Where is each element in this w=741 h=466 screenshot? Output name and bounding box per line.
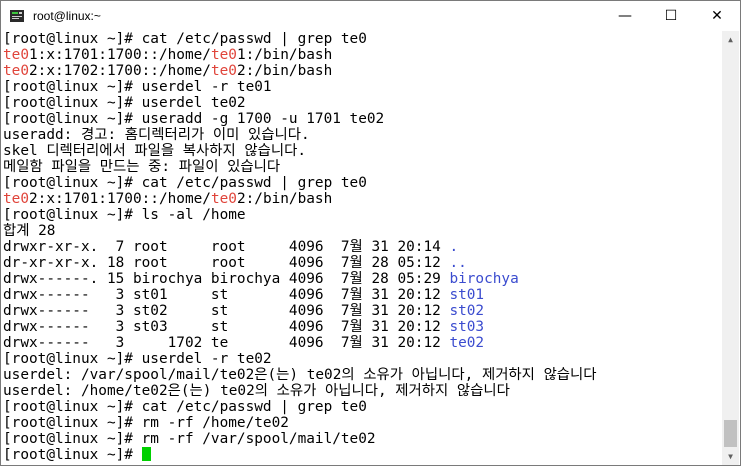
terminal-text-segment: drwxr-xr-x. 7 root root 4096 7월 31 20:14 (3, 239, 450, 255)
window-controls: — ☐ ✕ (602, 1, 740, 31)
terminal-line: 합계 28 (3, 223, 722, 239)
terminal-line: drwx------. 15 birochya birochya 4096 7월… (3, 271, 722, 287)
terminal-text-segment: 2:x:1701:1700::/home/ (29, 191, 211, 207)
terminal-line: useradd: 경고: 홈디렉터리가 이미 있습니다. (3, 127, 722, 143)
terminal-text-segment: te0 (210, 47, 237, 63)
terminal-text-segment: [root@linux ~]# rm -rf /home/te02 (3, 415, 289, 431)
terminal-text-segment: [root@linux ~]# userdel te02 (3, 95, 246, 111)
terminal-text-segment: st02 (449, 303, 485, 319)
terminal-text-segment: te0 (3, 63, 29, 79)
terminal-line: [root@linux ~]# cat /etc/passwd | grep t… (3, 31, 722, 47)
terminal-line: drwx------ 3 st02 st 4096 7월 31 20:12 st… (3, 303, 722, 319)
terminal-text-segment: 1:/bin/bash (236, 47, 333, 63)
terminal-line: [root@linux ~]# cat /etc/passwd | grep t… (3, 399, 722, 415)
terminal-text-segment: userdel: /home/te02은(는) te02의 소유가 아닙니다, … (3, 383, 510, 399)
terminal-line: [root@linux ~]# rm -rf /var/spool/mail/t… (3, 431, 722, 447)
terminal-line: [root@linux ~]# rm -rf /home/te02 (3, 415, 722, 431)
terminal-line: drwxr-xr-x. 7 root root 4096 7월 31 20:14… (3, 239, 722, 255)
terminal-text-segment: [root@linux ~]# cat /etc/passwd | grep t… (3, 175, 367, 191)
terminal-text-segment: te0 (210, 191, 237, 207)
terminal-text-segment: 합계 28 (3, 223, 56, 239)
terminal-cursor (141, 447, 151, 461)
terminal-line: 메일함 파일을 만드는 중: 파일이 있습니다 (3, 159, 722, 175)
terminal-text-segment: [root@linux ~]# useradd -g 1700 -u 1701 … (3, 111, 385, 127)
terminal-output[interactable]: [root@linux ~]# cat /etc/passwd | grep t… (3, 31, 722, 465)
terminal-line: [root@linux ~]# userdel -r te02 (3, 351, 722, 367)
terminal-text-segment: st03 (449, 319, 485, 335)
terminal-line: [root@linux ~]# userdel -r te01 (3, 79, 722, 95)
terminal-line: userdel: /home/te02은(는) te02의 소유가 아닙니다, … (3, 383, 722, 399)
terminal-line: drwx------ 3 1702 te 4096 7월 31 20:12 te… (3, 335, 722, 351)
terminal-text-segment: [root@linux ~]# userdel -r te02 (3, 351, 272, 367)
terminal-text-segment: useradd: 경고: 홈디렉터리가 이미 있습니다. (3, 127, 310, 143)
terminal-text-segment: drwx------. 15 birochya birochya 4096 7월… (3, 271, 450, 287)
terminal-line: [root@linux ~]# (3, 447, 722, 463)
close-button[interactable]: ✕ (694, 1, 740, 31)
terminal-lines: [root@linux ~]# cat /etc/passwd | grep t… (3, 31, 722, 463)
scroll-down-arrow-icon[interactable]: ▼ (722, 448, 739, 465)
close-icon: ✕ (711, 8, 723, 24)
terminal-line: te02:x:1702:1700::/home/te02:/bin/bash (3, 63, 722, 79)
terminal-text-segment: userdel: /var/spool/mail/te02은(는) te02의 … (3, 367, 597, 383)
terminal-text-segment: 1:x:1701:1700::/home/ (29, 47, 211, 63)
terminal-text-segment: drwx------ 3 st02 st 4096 7월 31 20:12 (3, 303, 450, 319)
scrollbar-thumb[interactable] (724, 420, 737, 447)
terminal-line: te01:x:1701:1700::/home/te01:/bin/bash (3, 47, 722, 63)
terminal-text-segment: [root@linux ~]# userdel -r te01 (3, 79, 272, 95)
terminal-text-segment: drwx------ 3 st01 st 4096 7월 31 20:12 (3, 287, 450, 303)
terminal-line: userdel: /var/spool/mail/te02은(는) te02의 … (3, 367, 722, 383)
terminal-text-segment: 2:/bin/bash (236, 191, 333, 207)
terminal-line: [root@linux ~]# useradd -g 1700 -u 1701 … (3, 111, 722, 127)
terminal-text-segment: [root@linux ~]# cat /etc/passwd | grep t… (3, 31, 367, 47)
terminal-text-segment: skel 디렉터리에서 파일을 복사하지 않습니다. (3, 143, 307, 159)
terminal-app-icon[interactable] (9, 8, 25, 24)
terminal-text-segment: [root@linux ~]# rm -rf /var/spool/mail/t… (3, 431, 376, 447)
terminal-text-segment: [root@linux ~]# cat /etc/passwd | grep t… (3, 399, 367, 415)
scroll-up-arrow-icon[interactable]: ▲ (722, 31, 739, 48)
terminal-text-segment: dr-xr-xr-x. 18 root root 4096 7월 28 05:1… (3, 255, 450, 271)
terminal-line: drwx------ 3 st01 st 4096 7월 31 20:12 st… (3, 287, 722, 303)
minimize-icon: — (618, 8, 632, 24)
window-title: root@linux:~ (33, 9, 101, 23)
terminal-text-segment: 메일함 파일을 만드는 중: 파일이 있습니다 (3, 159, 281, 175)
terminal-text-segment: 2:/bin/bash (236, 63, 333, 79)
terminal-line: [root@linux ~]# userdel te02 (3, 95, 722, 111)
terminal-text-segment: .. (449, 255, 467, 271)
terminal-text-segment: [root@linux ~]# (3, 447, 142, 463)
terminal-text-segment: te02 (449, 335, 485, 351)
vertical-scrollbar[interactable]: ▲ ▼ (722, 31, 739, 465)
terminal-text-segment: [root@linux ~]# ls -al /home (3, 207, 246, 223)
terminal-text-segment: te0 (3, 191, 29, 207)
terminal-text-segment: te0 (3, 47, 29, 63)
terminal-line: te02:x:1701:1700::/home/te02:/bin/bash (3, 191, 722, 207)
terminal-line: drwx------ 3 st03 st 4096 7월 31 20:12 st… (3, 319, 722, 335)
terminal-line: skel 디렉터리에서 파일을 복사하지 않습니다. (3, 143, 722, 159)
terminal-text-segment: st01 (449, 287, 485, 303)
terminal-text-segment: . (449, 239, 459, 255)
terminal-window: root@linux:~ — ☐ ✕ [root@linux ~]# cat /… (0, 0, 741, 466)
maximize-button[interactable]: ☐ (648, 1, 694, 31)
terminal-text-segment: drwx------ 3 st03 st 4096 7월 31 20:12 (3, 319, 450, 335)
terminal-line: [root@linux ~]# cat /etc/passwd | grep t… (3, 175, 722, 191)
terminal-text-segment: te0 (210, 63, 237, 79)
title-bar[interactable]: root@linux:~ — ☐ ✕ (1, 1, 740, 31)
maximize-icon: ☐ (664, 8, 678, 24)
terminal-text-segment: birochya (449, 271, 519, 287)
terminal-line: dr-xr-xr-x. 18 root root 4096 7월 28 05:1… (3, 255, 722, 271)
minimize-button[interactable]: — (602, 1, 648, 31)
terminal-text-segment: drwx------ 3 1702 te 4096 7월 31 20:12 (3, 335, 450, 351)
terminal-line: [root@linux ~]# ls -al /home (3, 207, 722, 223)
terminal-text-segment: 2:x:1702:1700::/home/ (29, 63, 211, 79)
